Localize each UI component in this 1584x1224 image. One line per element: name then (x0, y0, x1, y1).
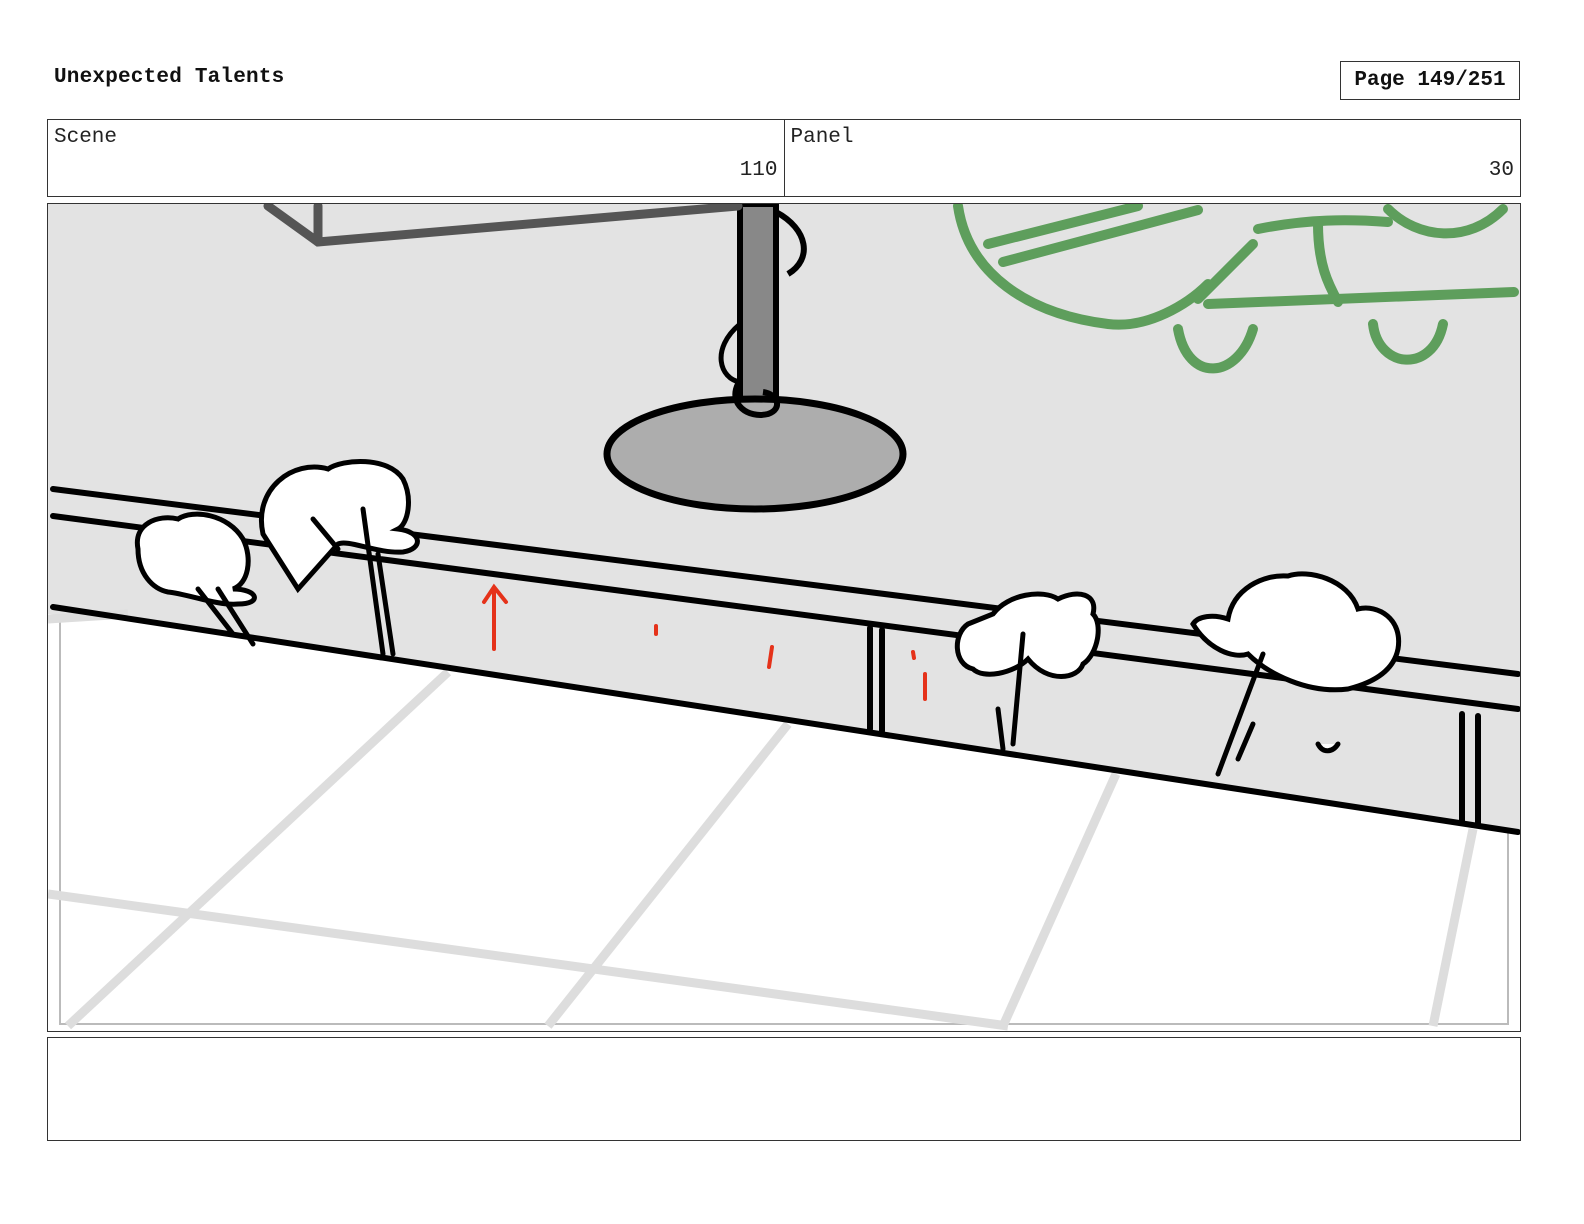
scene-cell: Scene 110 (48, 120, 784, 196)
scene-label: Scene (54, 126, 118, 149)
panel-number: 30 (1488, 159, 1514, 182)
storyboard-panel (47, 203, 1521, 1032)
document-title: Unexpected Talents (54, 66, 285, 89)
panel-notes (47, 1037, 1521, 1141)
panel-drawing (48, 204, 1520, 1031)
panel-cell: Panel 30 (783, 120, 1521, 196)
scene-number: 110 (739, 159, 778, 182)
scene-panel-info: Scene 110 Panel 30 (47, 119, 1521, 197)
panel-label: Panel (790, 126, 854, 149)
page-number: Page 149/251 (1340, 61, 1520, 100)
